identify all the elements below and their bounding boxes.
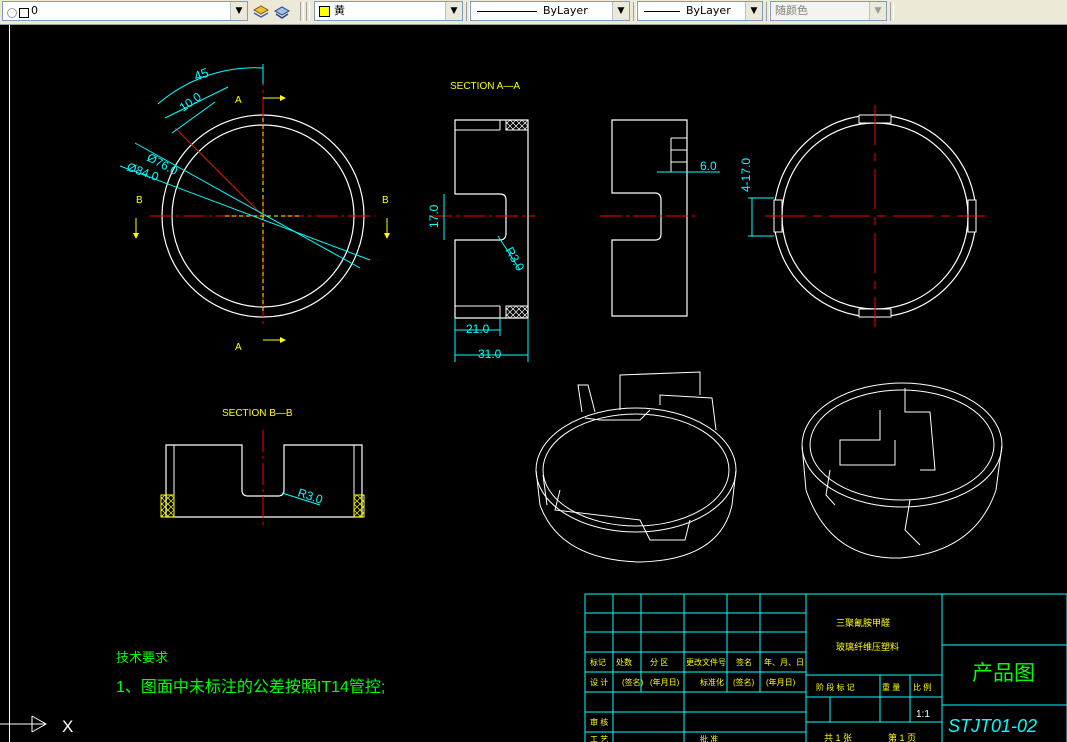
tb-h2: 分 区	[650, 658, 668, 667]
linetype-value: ByLayer	[543, 4, 588, 17]
ucs-icon	[0, 715, 48, 733]
dim-height: 17.0	[427, 204, 441, 228]
tb-d4: (签名)	[733, 677, 755, 687]
toolbar-separator	[306, 2, 310, 21]
layer-previous-button[interactable]	[273, 2, 291, 20]
angle-dim-arc	[157, 67, 264, 105]
chevron-down-icon[interactable]: ▼	[869, 2, 886, 20]
section-bb-title: SECTION B—B	[222, 408, 293, 419]
tb-h5: 年、月、日	[764, 657, 804, 667]
tb-review: 审 核	[590, 717, 608, 727]
iso-view-right	[801, 382, 1003, 559]
plotstyle-dropdown[interactable]: 随颜色 ▼	[770, 1, 887, 21]
dim-inner-depth: 21.0	[466, 322, 490, 336]
layer-dropdown[interactable]: 0 ▼	[2, 1, 248, 21]
linetype-preview	[477, 10, 537, 12]
tb-d3: 标准化	[700, 677, 724, 687]
tb-d2: (年月日)	[650, 677, 680, 687]
label-b-left: B	[136, 195, 143, 206]
toolbar-separator	[300, 2, 304, 21]
dim-slot-count: 4-17.0	[739, 158, 753, 192]
toolbar-separator	[890, 2, 894, 21]
top-view	[119, 64, 390, 343]
dia84-dim-line	[119, 165, 371, 261]
color-swatch	[319, 5, 330, 17]
tb-h0: 标记	[590, 657, 606, 667]
properties-toolbar: 0 ▼ 黄 ▼ ByLayer ▼ ByLayer ▼ 随颜色 ▼	[0, 0, 1067, 25]
tb-h3: 更改文件号	[686, 657, 726, 667]
layer-state-icons	[7, 6, 29, 18]
tb-d0: 设 计	[590, 677, 608, 687]
tb-scale: 1:1	[916, 709, 930, 720]
chevron-down-icon[interactable]: ▼	[230, 2, 247, 20]
side-view	[600, 119, 720, 317]
label-a-bottom: A	[235, 342, 242, 353]
plotstyle-value: 随颜色	[775, 4, 808, 17]
dim-radius-aa: R3.0	[502, 245, 527, 274]
tb-company-line1: 三聚氰胺甲醛	[836, 617, 890, 628]
label-a-top: A	[235, 95, 242, 106]
tb-sheet-total: 共 1 张	[824, 733, 852, 742]
label-b-right: B	[382, 195, 389, 206]
color-dropdown[interactable]: 黄 ▼	[314, 1, 463, 21]
make-object-layer-current-button[interactable]	[252, 2, 270, 20]
tb-drawing-number: STJT01-02	[948, 716, 1037, 736]
layer-color-icon	[19, 8, 29, 18]
tb-d5: (年月日)	[766, 677, 796, 687]
tb-h4: 签名	[736, 657, 752, 667]
right-circle-view	[748, 105, 985, 327]
layer-name: 0	[31, 4, 38, 17]
tb-scale-label: 比 例	[913, 682, 931, 692]
color-value: 黄	[334, 4, 345, 17]
lineweight-dropdown[interactable]: ByLayer ▼	[637, 1, 763, 21]
tb-company-line2: 玻璃纤维压塑料	[836, 641, 899, 652]
dim-total-depth: 31.0	[478, 347, 502, 361]
tb-drawing-title: 产品图	[972, 662, 1035, 685]
tb-process: 工 艺	[590, 735, 608, 742]
tb-d1: (签名)	[622, 677, 644, 687]
section-bb-view	[160, 430, 365, 525]
tb-stage-label: 阶 段 标 记	[816, 682, 855, 692]
tb-sheet-no: 第 1 页	[888, 732, 916, 742]
chevron-down-icon[interactable]: ▼	[445, 2, 462, 20]
lineweight-value: ByLayer	[686, 4, 731, 17]
model-space-canvas[interactable]: A A B B 45 10.0 Ø76.0 Ø84.0 SECTION A—A …	[0, 25, 1067, 742]
section-aa-title: SECTION A—A	[450, 81, 520, 92]
dim-slot-width: 6.0	[700, 159, 717, 173]
iso-view-left	[535, 371, 737, 563]
tb-weight-label: 重 量	[882, 682, 900, 692]
dim-radius-bb: R3.0	[296, 486, 325, 507]
tech-heading: 技术要求	[116, 650, 168, 665]
tech-note: 1、图面中未标注的公差按照IT14管控;	[116, 678, 385, 696]
linetype-dropdown[interactable]: ByLayer ▼	[470, 1, 630, 21]
chevron-down-icon[interactable]: ▼	[745, 2, 762, 20]
tb-h1: 处数	[616, 657, 632, 667]
sun-icon	[7, 8, 17, 18]
lineweight-preview	[644, 10, 680, 12]
layers-previous-icon	[273, 6, 291, 19]
layers-stack-icon	[252, 5, 270, 18]
ucs-x-label: X	[62, 717, 73, 736]
tb-approve: 批 准	[700, 734, 718, 742]
chevron-down-icon[interactable]: ▼	[612, 2, 629, 20]
